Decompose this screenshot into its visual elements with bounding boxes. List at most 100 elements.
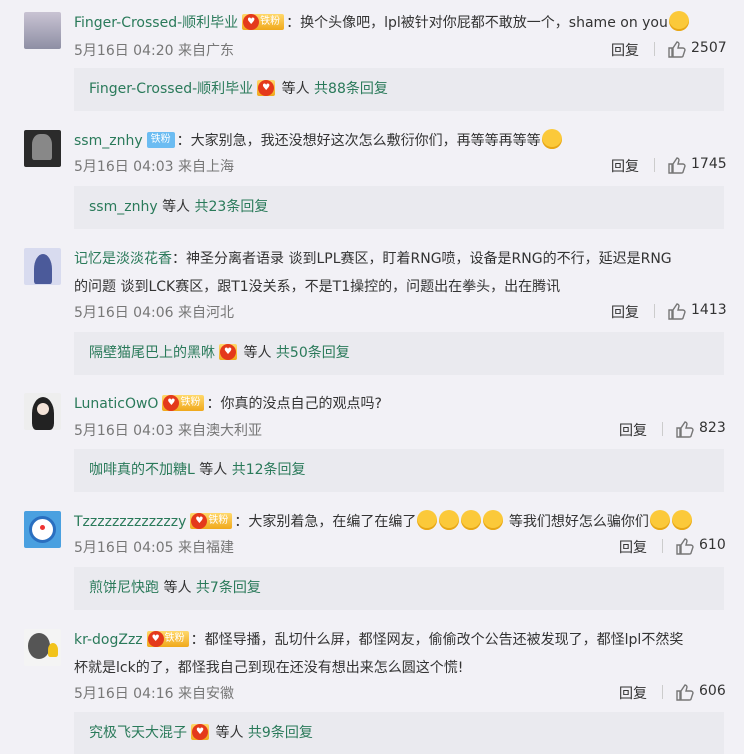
like-count: 1413 [691, 302, 727, 318]
fan-badge: 铁粉 [146, 132, 175, 148]
scared-emoji-icon [649, 510, 670, 530]
sub-reply-label: 等人 [243, 345, 272, 361]
sub-reply-user[interactable]: 隔壁猫尾巴上的黑咻 [89, 345, 215, 361]
fan-badge-icon: ♥ [220, 344, 236, 360]
comment-meta: 5月16日 04:03 来自澳大利亚 [74, 423, 262, 439]
comment-body-b: 等我们想好怎么骗你们 [504, 514, 649, 530]
divider [654, 42, 655, 56]
comment-text: Tzzzzzzzzzzzzzy ♥ 铁粉 ：大家别着急，在编了在编了 等我们想好怎么骗… [74, 508, 716, 536]
comment-username[interactable]: kr-dogZzz [74, 632, 143, 648]
sub-reply-count[interactable]: 共9条回复 [248, 725, 313, 741]
hug-emoji-icon [668, 11, 689, 31]
hug-emoji-icon [483, 510, 504, 530]
hug-emoji-icon [439, 510, 460, 530]
thumbs-up-icon [668, 41, 686, 58]
hug-emoji-icon [417, 510, 438, 530]
sub-reply-label: 等人 [163, 580, 192, 596]
fan-badge: ♥ 铁粉 [146, 631, 189, 647]
sub-reply-user[interactable]: 究极飞天大混子 [89, 725, 187, 741]
reply-button[interactable]: 回复 [611, 40, 639, 60]
comment-body-line2: 的问题 谈到LCK赛区，跟T1没关系，不是T1操控的，问题出在拳头，出在腾讯 [74, 279, 561, 295]
sub-reply-count[interactable]: 共50条回复 [276, 345, 350, 361]
fan-badge-icon: ♥ [191, 513, 208, 529]
reply-button[interactable]: 回复 [611, 302, 639, 322]
fan-badge: ♥ [219, 344, 237, 360]
like-count: 823 [699, 420, 726, 436]
thumbs-up-icon [676, 684, 694, 701]
comment-text: LunaticOwO ♥ 铁粉 ：你真的没点自己的观点吗? [74, 390, 716, 418]
comment-username[interactable]: LunaticOwO [74, 396, 158, 412]
scared-emoji-icon [671, 510, 692, 530]
like-count: 606 [699, 683, 726, 699]
avatar[interactable] [24, 12, 61, 49]
sub-reply-count[interactable]: 共23条回复 [195, 199, 269, 215]
comment-text: 记忆是淡淡花香：神圣分离者语录 谈到LPL赛区，盯着RNG喷，设备是RNG的不行… [74, 245, 716, 301]
avatar[interactable] [24, 130, 61, 167]
comment-username[interactable]: Finger-Crossed-顺利毕业 [74, 15, 238, 31]
comment-body-line1: ：神圣分离者语录 谈到LPL赛区，盯着RNG喷，设备是RNG的不行，延迟是RNG [172, 251, 672, 267]
sub-reply-label: 等人 [199, 462, 228, 478]
fan-badge-icon: ♥ [192, 724, 208, 740]
reply-button[interactable]: 回复 [611, 156, 639, 176]
comment-username[interactable]: Tzzzzzzzzzzzzzy [74, 514, 186, 530]
comment-username[interactable]: ssm_znhy [74, 133, 143, 149]
like-count: 2507 [691, 40, 727, 56]
comment-text: Finger-Crossed-顺利毕业 ♥ 铁粉 ：换个头像吧，lpl被针对你屁都不敢… [74, 9, 716, 37]
divider [662, 539, 663, 553]
comment-text: kr-dogZzz ♥ 铁粉 ：都怪导播，乱切什么屏，都怪网友，偷偷改个公告还被发现了… [74, 626, 716, 682]
comment-meta: 5月16日 04:05 来自福建 [74, 540, 234, 556]
sub-reply-user[interactable]: 煎饼尼快跑 [89, 580, 159, 596]
fan-badge-icon: ♥ [258, 80, 275, 96]
thumbs-up-icon [676, 421, 694, 438]
sub-reply-user[interactable]: Finger-Crossed-顺利毕业 [89, 81, 253, 97]
comment-username[interactable]: 记忆是淡淡花香 [74, 251, 172, 267]
fan-badge: ♥ 铁粉 [190, 513, 233, 529]
sub-reply-count[interactable]: 共88条回复 [314, 81, 388, 97]
avatar[interactable] [24, 511, 61, 548]
fan-badge: ♥ 铁粉 [242, 14, 285, 30]
divider [654, 158, 655, 172]
sub-reply-user[interactable]: 咖啡真的不加糖L [89, 462, 195, 478]
sub-reply-label: 等人 [162, 199, 191, 215]
thumbs-up-icon [676, 538, 694, 555]
comment-body-a: ：大家别着急，在编了在编了 [234, 514, 417, 530]
sub-replies[interactable]: ssm_znhy 等人 共23条回复 [74, 186, 724, 229]
divider [662, 422, 663, 436]
comment-text: ssm_znhy 铁粉 ：大家别急，我还没想好这次怎么敷衍你们，再等等再等等 [74, 127, 716, 155]
sub-reply-label: 等人 [215, 725, 244, 741]
crying-emoji-icon [541, 129, 562, 149]
divider [654, 304, 655, 318]
sub-reply-count[interactable]: 共7条回复 [196, 580, 261, 596]
fan-badge: ♥ [257, 80, 276, 96]
sub-replies[interactable]: 咖啡真的不加糖L 等人 共12条回复 [74, 449, 724, 492]
comment-body: ：换个头像吧，lpl被针对你屁都不敢放一个，shame on you [286, 15, 668, 31]
like-count: 610 [699, 537, 726, 553]
reply-button[interactable]: 回复 [619, 683, 647, 703]
sub-replies[interactable]: 隔壁猫尾巴上的黑咻 ♥ 等人 共50条回复 [74, 332, 724, 375]
sub-replies[interactable]: 煎饼尼快跑 等人 共7条回复 [74, 567, 724, 610]
sub-replies[interactable]: Finger-Crossed-顺利毕业 ♥ 等人 共88条回复 [74, 68, 724, 111]
sub-replies[interactable]: 究极飞天大混子 ♥ 等人 共9条回复 [74, 712, 724, 754]
fan-badge: ♥ 铁粉 [162, 395, 205, 411]
comment-meta: 5月16日 04:20 来自广东 [74, 43, 234, 59]
comment-body: ：你真的没点自己的观点吗? [206, 396, 382, 412]
sub-reply-label: 等人 [281, 81, 310, 97]
avatar[interactable] [24, 248, 61, 285]
comment-body-line2: 杯就是lck的了，都怪我自己到现在还没有想出来怎么圆这个慌! [74, 660, 464, 676]
divider [662, 685, 663, 699]
like-count: 1745 [691, 156, 727, 172]
fan-badge: ♥ [191, 724, 209, 740]
hug-emoji-icon [461, 510, 482, 530]
comment-meta: 5月16日 04:16 来自安徽 [74, 686, 234, 702]
comment-body: ：大家别急，我还没想好这次怎么敷衍你们，再等等再等等 [176, 133, 541, 149]
reply-button[interactable]: 回复 [619, 537, 647, 557]
sub-reply-user[interactable]: ssm_znhy [89, 199, 158, 215]
avatar[interactable] [24, 393, 61, 430]
fan-badge-icon: ♥ [163, 395, 180, 411]
avatar[interactable] [24, 629, 61, 666]
comment-body-line1: ：都怪导播，乱切什么屏，都怪网友，偷偷改个公告还被发现了，都怪lpl不然奖 [190, 632, 684, 648]
reply-button[interactable]: 回复 [619, 420, 647, 440]
sub-reply-count[interactable]: 共12条回复 [232, 462, 306, 478]
comment-meta: 5月16日 04:06 来自河北 [74, 305, 234, 321]
fan-badge-icon: ♥ [147, 631, 164, 647]
